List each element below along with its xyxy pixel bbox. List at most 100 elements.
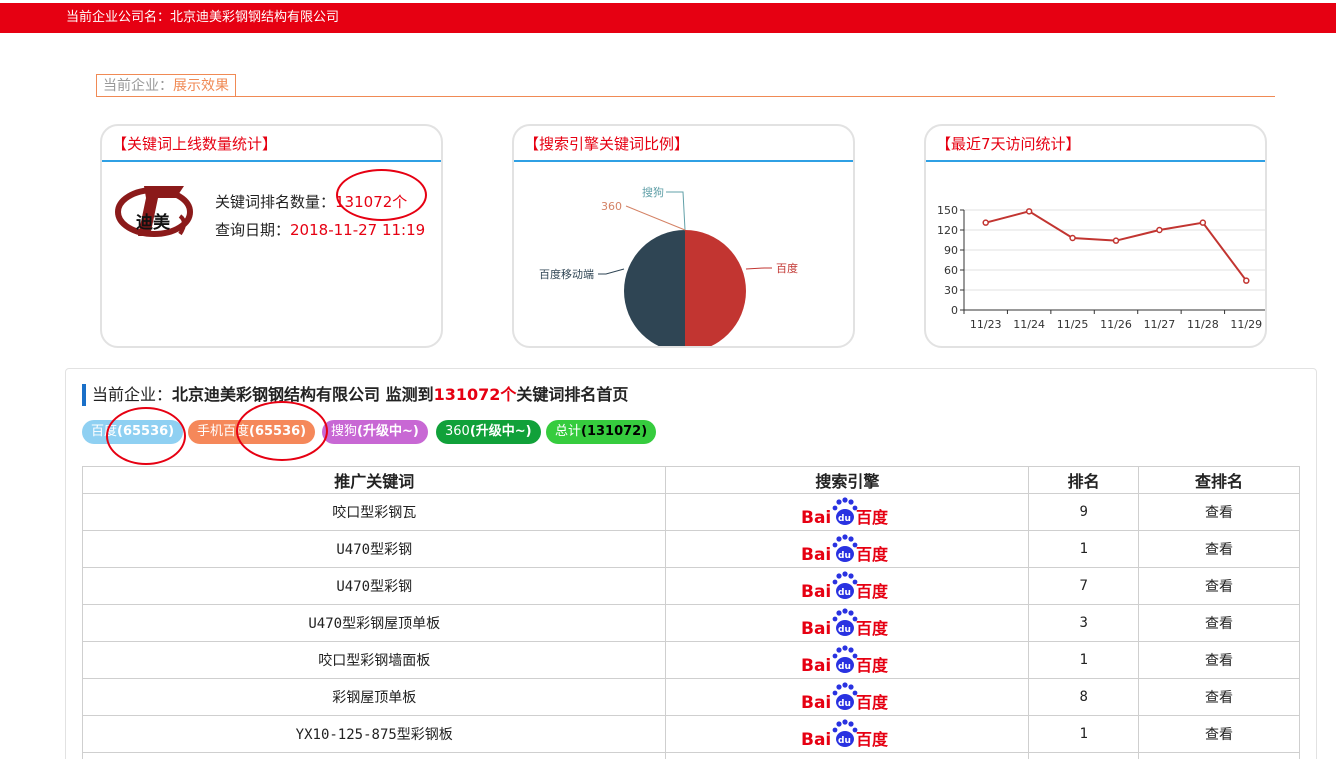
pie-leader-line	[598, 268, 625, 275]
count-label: 关键词排名数量：	[215, 193, 336, 211]
pill-name: 百度	[91, 424, 118, 439]
check-rank-link[interactable]: 查看	[1138, 604, 1300, 642]
y-tick-label: 0	[951, 304, 958, 317]
check-rank-link[interactable]: 查看	[1138, 567, 1300, 605]
engine-cell	[665, 752, 1030, 759]
data-point[interactable]	[1069, 234, 1076, 242]
baidu-logo-left: Bai	[801, 656, 831, 675]
pill-value: (131072)	[581, 424, 648, 439]
top-bar: 当前企业公司名：北京迪美彩钢钢结构有限公司	[0, 3, 1336, 33]
col-header-rank: 排名	[1028, 466, 1140, 494]
engine-cell: Bai du 百度	[665, 604, 1030, 642]
baidu-logo-left: Bai	[801, 508, 831, 527]
company-logo: 迪美	[114, 178, 204, 242]
data-point[interactable]	[1156, 226, 1163, 234]
x-tick-label: 11/29	[1230, 318, 1262, 331]
filter-pill-baidu[interactable]: 百度(65536)	[82, 420, 184, 444]
baidu-logo-paw: du	[838, 625, 851, 635]
pie-slice[interactable]	[685, 230, 746, 348]
pill-name: 总计	[555, 424, 582, 439]
data-point[interactable]	[1199, 219, 1207, 226]
baidu-logo-icon: Bai du 百度	[801, 497, 893, 528]
rank-cell: 1	[1028, 530, 1140, 568]
section-divider	[96, 96, 1275, 97]
engine-cell: Bai du 百度	[665, 641, 1030, 679]
table-row	[81, 752, 1300, 759]
company-label: 当前企业公司名：北京迪美彩钢钢结构有限公司	[66, 10, 340, 25]
baidu-logo-right: 百度	[856, 582, 889, 601]
baidu-logo-icon: Bai du 百度	[801, 571, 893, 602]
card-title-engine-ratio: 【搜索引擎关键词比例】	[514, 126, 853, 162]
baidu-logo-right: 百度	[856, 508, 889, 527]
table-row: U470型彩钢屋顶单板 Bai du 百度 3 查看	[81, 604, 1300, 642]
engine-cell: Bai du 百度	[665, 530, 1030, 568]
baidu-logo-paw: du	[838, 736, 851, 746]
baidu-logo-right: 百度	[856, 545, 889, 564]
rank-cell: 1	[1028, 715, 1140, 753]
table-header-row: 推广关键词 搜索引擎 排名 查排名	[81, 466, 1300, 494]
data-point[interactable]	[982, 219, 989, 226]
card-title-visit-stats: 【最近7天访问统计】	[926, 126, 1265, 162]
baidu-logo-icon: Bai du 百度	[801, 682, 893, 713]
rank-cell: 3	[1028, 604, 1140, 642]
ranking-table: 推广关键词 搜索引擎 排名 查排名 咬口型彩钢瓦 Bai du 百度 9 查看 U470型彩…	[81, 466, 1300, 759]
check-rank-link[interactable]: 查看	[1138, 530, 1300, 568]
pie-slice[interactable]	[624, 230, 685, 348]
col-header-engine: 搜索引擎	[665, 466, 1030, 494]
y-tick-label: 120	[937, 224, 958, 237]
pill-name: 搜狗	[331, 424, 358, 439]
baidu-logo-right: 百度	[856, 656, 889, 675]
check-rank-link[interactable]: 查看	[1138, 493, 1300, 531]
pie-leader-line	[745, 267, 772, 270]
section-tab-name: 展示效果	[173, 78, 229, 94]
keyword-cell: U470型彩钢屋顶单板	[81, 604, 667, 642]
keyword-stats: 关键词排名数量：131072个 查询日期：2018-11-27 11:19	[215, 188, 425, 244]
filter-pill-mobile-baidu[interactable]: 手机百度(65536)	[188, 420, 316, 444]
baidu-logo-left: Bai	[801, 545, 831, 564]
filter-pill-360[interactable]: 360(升级中~)	[436, 420, 541, 444]
baidu-logo-paw: du	[838, 588, 851, 598]
x-tick-label: 11/26	[1100, 318, 1132, 331]
table-row: 彩钢屋顶单板 Bai du 百度 8 查看	[81, 678, 1300, 716]
check-rank-link[interactable]	[1138, 752, 1300, 759]
rank-cell: 9	[1028, 493, 1140, 531]
keyword-cell: 咬口型彩钢墙面板	[81, 641, 667, 679]
date-value: 2018-11-27 11:19	[290, 221, 426, 239]
check-rank-link[interactable]: 查看	[1138, 715, 1300, 753]
pie-label: 360	[601, 200, 622, 213]
table-row: U470型彩钢 Bai du 百度 7 查看	[81, 567, 1300, 605]
check-rank-link[interactable]: 查看	[1138, 678, 1300, 716]
table-row: U470型彩钢 Bai du 百度 1 查看	[81, 530, 1300, 568]
pill-value: (升级中~)	[357, 424, 419, 439]
engine-ratio-card: 【搜索引擎关键词比例】 百度 百度移动端 搜狗 360	[512, 124, 855, 348]
pie-label: 搜狗	[642, 185, 664, 199]
baidu-logo-paw: du	[838, 662, 851, 672]
y-tick-label: 30	[944, 284, 958, 297]
x-tick-label: 11/23	[970, 318, 1002, 331]
summary-prefix: 当前企业：	[92, 385, 173, 404]
engine-cell: Bai du 百度	[665, 678, 1030, 716]
baidu-logo-paw: du	[838, 514, 851, 524]
baidu-logo-left: Bai	[801, 730, 831, 749]
engine-cell: Bai du 百度	[665, 493, 1030, 531]
baidu-logo-paw: du	[838, 551, 851, 561]
baidu-logo-left: Bai	[801, 619, 831, 638]
keyword-count-card: 【关键词上线数量统计】 迪美 关键词排名数量：131072个 查询日期：2018…	[100, 124, 443, 348]
baidu-logo-right: 百度	[856, 619, 889, 638]
rank-cell: 1	[1028, 641, 1140, 679]
baidu-logo-paw: du	[838, 699, 851, 709]
data-point[interactable]	[1112, 237, 1120, 244]
section-tab[interactable]: 当前企业：展示效果	[96, 74, 236, 97]
pie-chart: 百度 百度移动端 搜狗 360	[539, 185, 798, 348]
baidu-logo-right: 百度	[856, 693, 889, 712]
rank-cell: 7	[1028, 567, 1140, 605]
x-tick-label: 11/27	[1144, 318, 1176, 331]
filter-pill-total[interactable]: 总计(131072)	[546, 420, 657, 444]
baidu-logo-left: Bai	[801, 582, 831, 601]
data-point[interactable]	[1025, 208, 1033, 215]
check-rank-link[interactable]: 查看	[1138, 641, 1300, 679]
pill-value: (65536)	[249, 424, 307, 439]
filter-pill-sogou[interactable]: 搜狗(升级中~)	[322, 420, 428, 444]
line-chart: 0 30 60 90 120 150 11/23 11/24 11/25 11/26 11/27 11…	[937, 204, 1265, 331]
data-point[interactable]	[1243, 277, 1250, 284]
